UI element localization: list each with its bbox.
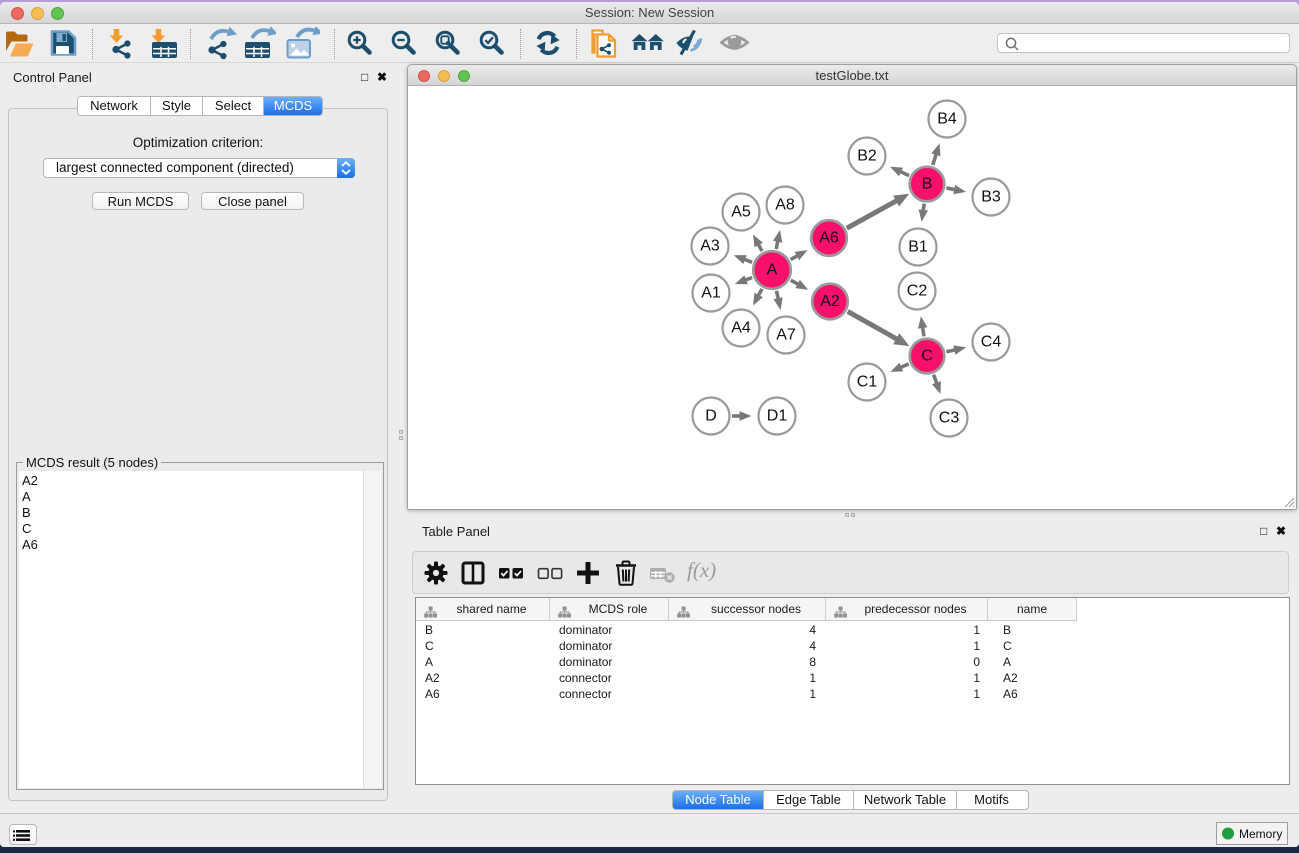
- svg-text:A7: A7: [776, 327, 796, 344]
- svg-text:Memory: Memory: [1239, 827, 1282, 841]
- svg-text:B: B: [922, 176, 933, 193]
- svg-text:A8: A8: [775, 197, 795, 214]
- svg-text:C3: C3: [939, 410, 960, 427]
- svg-text:A5: A5: [731, 204, 751, 221]
- svg-text:D1: D1: [767, 408, 788, 425]
- svg-text:C4: C4: [981, 334, 1002, 351]
- svg-text:C1: C1: [857, 374, 878, 391]
- svg-text:B2: B2: [857, 148, 877, 165]
- svg-text:A: A: [767, 262, 778, 279]
- svg-text:C: C: [921, 348, 933, 365]
- svg-text:A3: A3: [700, 238, 720, 255]
- svg-text:C2: C2: [907, 283, 928, 300]
- svg-text:B3: B3: [981, 189, 1001, 206]
- svg-text:A4: A4: [731, 320, 751, 337]
- svg-text:B4: B4: [937, 111, 957, 128]
- svg-text:A1: A1: [701, 285, 721, 302]
- svg-text:A6: A6: [819, 230, 839, 247]
- svg-text:A2: A2: [820, 293, 840, 310]
- svg-text:D: D: [705, 408, 717, 425]
- svg-text:B1: B1: [908, 239, 928, 256]
